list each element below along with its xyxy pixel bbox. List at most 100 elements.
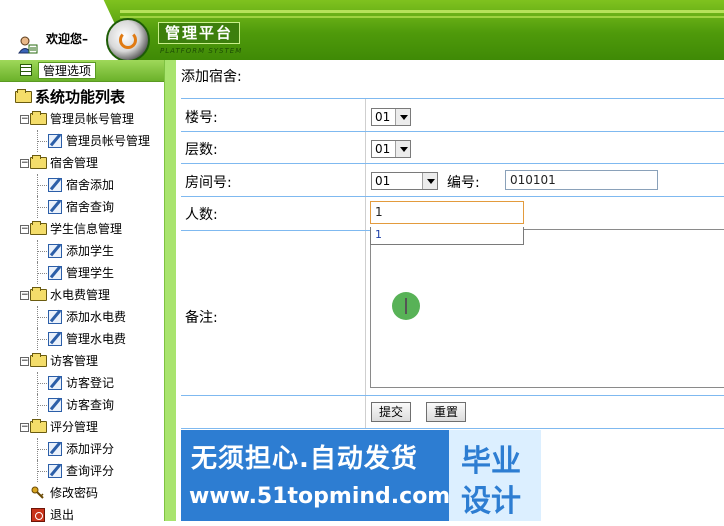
tree-root[interactable]: 系统功能列表 xyxy=(0,86,164,108)
form-row-room: 房间号: 01 编号: 010101 xyxy=(181,163,724,196)
tree-item-utility-add[interactable]: 添加水电费 xyxy=(0,306,164,328)
tree-item-rating-query[interactable]: 查询评分 xyxy=(0,460,164,482)
user-icon xyxy=(18,36,38,54)
tree-item-label: 宿舍查询 xyxy=(66,200,115,214)
tree-item-label: 管理员帐号管理 xyxy=(66,134,151,148)
tree-item-visitor-register[interactable]: 访客登记 xyxy=(0,372,164,394)
collapse-icon[interactable]: − xyxy=(20,423,29,432)
edit-icon xyxy=(48,332,62,346)
building-select-value: 01 xyxy=(375,110,391,124)
function-tree: 系统功能列表 − 管理员帐号管理 管理员帐号管理 − 宿舍管理 宿舍添加 宿舍查 xyxy=(0,86,164,526)
folder-open-icon xyxy=(30,287,47,301)
folder-open-icon xyxy=(30,353,47,367)
tree-item-label: 宿舍添加 xyxy=(66,178,115,192)
top-header: 欢迎您– 管理平台 PLATFORM SYSTEM xyxy=(0,0,724,60)
page-title: 添加宿舍: xyxy=(181,69,242,85)
sidebar-header-label[interactable]: 管理选项 xyxy=(38,62,97,79)
tree-group-admin[interactable]: − 管理员帐号管理 xyxy=(0,108,164,130)
tree-group-rating[interactable]: − 评分管理 xyxy=(0,416,164,438)
tree-item-change-password[interactable]: 修改密码 xyxy=(0,482,164,504)
tree-group-dorm[interactable]: − 宿舍管理 xyxy=(0,152,164,174)
mouse-cursor-icon xyxy=(392,292,420,320)
remark-label: 备注: xyxy=(185,310,218,326)
tree-group-label: 评分管理 xyxy=(50,420,99,434)
edit-icon xyxy=(48,442,62,456)
tree-group-label: 水电费管理 xyxy=(50,288,111,302)
watermark-badge: 毕业 设计 xyxy=(449,430,541,521)
sidebar-header: 管理选项 xyxy=(0,60,164,82)
chevron-down-icon[interactable] xyxy=(422,173,437,189)
collapse-icon[interactable]: − xyxy=(20,225,29,234)
tree-item-logout[interactable]: 退出 xyxy=(0,504,164,526)
form-row-building: 楼号: 01 xyxy=(181,98,724,131)
remark-textarea[interactable] xyxy=(370,229,724,388)
reset-button[interactable]: 重置 xyxy=(426,402,466,422)
key-icon xyxy=(31,486,44,499)
tree-item-utility-manage[interactable]: 管理水电费 xyxy=(0,328,164,350)
tree-item-dorm-add[interactable]: 宿舍添加 xyxy=(0,174,164,196)
form-row-people: 人数: 1 xyxy=(181,196,724,230)
tree-group-utility[interactable]: − 水电费管理 xyxy=(0,284,164,306)
people-input[interactable]: 1 xyxy=(370,201,524,224)
edit-icon xyxy=(48,266,62,280)
logo-icon xyxy=(106,18,150,60)
folder-open-icon xyxy=(30,111,47,125)
grid-icon xyxy=(20,64,32,76)
submit-button[interactable]: 提交 xyxy=(371,402,411,422)
tree-item-admin-accounts[interactable]: 管理员帐号管理 xyxy=(0,130,164,152)
watermark-line2: www.51topmind.com xyxy=(189,484,451,509)
form-row-floor: 层数: 01 xyxy=(181,131,724,163)
folder-open-icon xyxy=(30,221,47,235)
floor-select[interactable]: 01 xyxy=(371,140,411,158)
collapse-icon[interactable]: − xyxy=(20,291,29,300)
tree-root-label: 系统功能列表 xyxy=(35,88,126,106)
people-input-value: 1 xyxy=(375,205,383,219)
collapse-icon[interactable]: − xyxy=(20,115,29,124)
sidebar: 管理选项 系统功能列表 − 管理员帐号管理 管理员帐号管理 − 宿舍管理 宿舍添… xyxy=(0,60,176,522)
room-label: 房间号: xyxy=(185,175,232,191)
tree-group-visitor[interactable]: − 访客管理 xyxy=(0,350,164,372)
collapse-icon[interactable]: − xyxy=(20,357,29,366)
edit-icon xyxy=(48,134,62,148)
tree-item-label: 访客查询 xyxy=(66,398,115,412)
welcome-text: 欢迎您– xyxy=(46,32,89,46)
edit-icon xyxy=(48,376,62,390)
tree-item-label: 添加评分 xyxy=(66,442,115,456)
tree-item-label: 查询评分 xyxy=(66,464,115,478)
chevron-down-icon[interactable] xyxy=(395,141,410,157)
logout-label: 退出 xyxy=(50,508,75,522)
brand-title: 管理平台 xyxy=(158,22,240,44)
edit-icon xyxy=(48,244,62,258)
collapse-icon[interactable]: − xyxy=(20,159,29,168)
tree-item-dorm-query[interactable]: 宿舍查询 xyxy=(0,196,164,218)
tree-group-label: 访客管理 xyxy=(50,354,99,368)
add-dorm-form: 楼号: 01 层数: 01 房间号: 01 编号: 010101 人数: 1 备… xyxy=(181,98,724,429)
logout-icon xyxy=(31,508,45,522)
building-select[interactable]: 01 xyxy=(371,108,411,126)
tree-item-label: 添加水电费 xyxy=(66,310,127,324)
code-input[interactable]: 010101 xyxy=(505,170,658,190)
tree-group-student[interactable]: − 学生信息管理 xyxy=(0,218,164,240)
watermark-badge-line1: 毕业 xyxy=(461,444,521,479)
tree-item-visitor-query[interactable]: 访客查询 xyxy=(0,394,164,416)
room-select[interactable]: 01 xyxy=(371,172,438,190)
chevron-down-icon[interactable] xyxy=(395,109,410,125)
tree-item-rating-add[interactable]: 添加评分 xyxy=(0,438,164,460)
code-label: 编号: xyxy=(447,175,480,191)
tree-item-student-add[interactable]: 添加学生 xyxy=(0,240,164,262)
folder-open-icon xyxy=(30,155,47,169)
sidebar-rail xyxy=(164,60,176,521)
tree-item-label: 访客登记 xyxy=(66,376,115,390)
room-select-value: 01 xyxy=(375,174,391,188)
people-label: 人数: xyxy=(185,207,218,223)
form-row-actions: 提交 重置 xyxy=(181,395,724,429)
tree-group-label: 学生信息管理 xyxy=(50,222,123,236)
autocomplete-suggestion[interactable]: 1 xyxy=(370,227,524,245)
tree-item-student-manage[interactable]: 管理学生 xyxy=(0,262,164,284)
folder-icon xyxy=(15,89,32,103)
floor-select-value: 01 xyxy=(375,142,391,156)
edit-icon xyxy=(48,310,62,324)
edit-icon xyxy=(48,200,62,214)
tree-item-label: 管理学生 xyxy=(66,266,115,280)
tree-item-label: 管理水电费 xyxy=(66,332,127,346)
